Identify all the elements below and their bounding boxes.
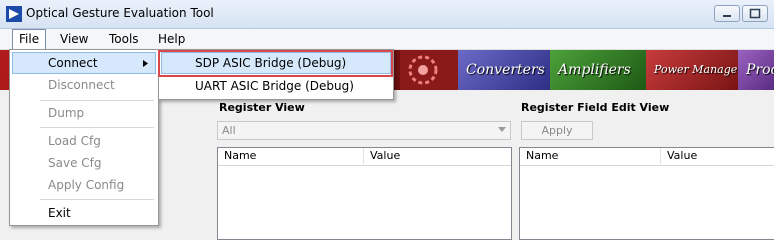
register-col-name[interactable]: Name — [218, 148, 364, 164]
field-grid[interactable]: Name Value — [519, 147, 774, 240]
menu-apply-config[interactable]: Apply Config — [12, 174, 156, 196]
chevron-down-icon — [498, 127, 506, 132]
register-filter-value: All — [222, 124, 236, 137]
menu-tools[interactable]: Tools — [103, 29, 145, 50]
submenu-sdp-bridge[interactable]: SDP ASIC Bridge (Debug) — [161, 52, 391, 74]
menu-separator — [40, 100, 154, 101]
submenu-uart-bridge[interactable]: UART ASIC Bridge (Debug) — [161, 75, 391, 97]
menu-bar: File View Tools Help — [0, 29, 774, 50]
field-col-value[interactable]: Value — [661, 148, 774, 164]
menu-exit[interactable]: Exit — [12, 202, 156, 224]
menu-dump[interactable]: Dump — [12, 102, 156, 124]
file-menu: Connect Disconnect Dump Load Cfg Save Cf… — [9, 49, 159, 226]
menu-file[interactable]: File — [12, 29, 47, 50]
banner-tile-processors: Proc — [738, 50, 774, 90]
title-bar: Optical Gesture Evaluation Tool — [0, 0, 774, 29]
field-col-name[interactable]: Name — [520, 148, 661, 164]
menu-connect-label: Connect — [48, 56, 98, 70]
menu-load-cfg[interactable]: Load Cfg — [12, 130, 156, 152]
menu-connect[interactable]: Connect — [12, 52, 156, 74]
menu-separator — [40, 127, 154, 128]
register-filter-select[interactable]: All — [217, 121, 511, 140]
submenu-arrow-icon — [143, 60, 148, 67]
minimize-button[interactable] — [714, 5, 740, 22]
register-grid-header: Name Value — [218, 148, 511, 166]
maximize-icon — [749, 8, 761, 19]
menu-view[interactable]: View — [54, 29, 94, 50]
register-grid[interactable]: Name Value — [217, 147, 512, 240]
gear-icon — [408, 55, 438, 85]
app-logo-icon — [6, 6, 22, 22]
minimize-icon — [723, 15, 731, 17]
window-title: Optical Gesture Evaluation Tool — [26, 6, 214, 20]
register-col-value[interactable]: Value — [364, 148, 512, 164]
connect-submenu: SDP ASIC Bridge (Debug) UART ASIC Bridge… — [158, 49, 394, 100]
menu-save-cfg[interactable]: Save Cfg — [12, 152, 156, 174]
maximize-button[interactable] — [742, 5, 768, 22]
field-grid-header: Name Value — [520, 148, 774, 166]
banner-tile-power: Power Management — [646, 50, 738, 90]
register-view-label: Register View — [219, 101, 305, 114]
menu-separator — [40, 199, 154, 200]
apply-button[interactable]: Apply — [521, 121, 593, 140]
field-edit-view-label: Register Field Edit View — [521, 101, 670, 114]
banner-tile-amplifiers: Amplifiers — [550, 50, 646, 90]
menu-help[interactable]: Help — [152, 29, 191, 50]
banner-tile-converters: Converters — [458, 50, 550, 90]
menu-disconnect[interactable]: Disconnect — [12, 74, 156, 96]
